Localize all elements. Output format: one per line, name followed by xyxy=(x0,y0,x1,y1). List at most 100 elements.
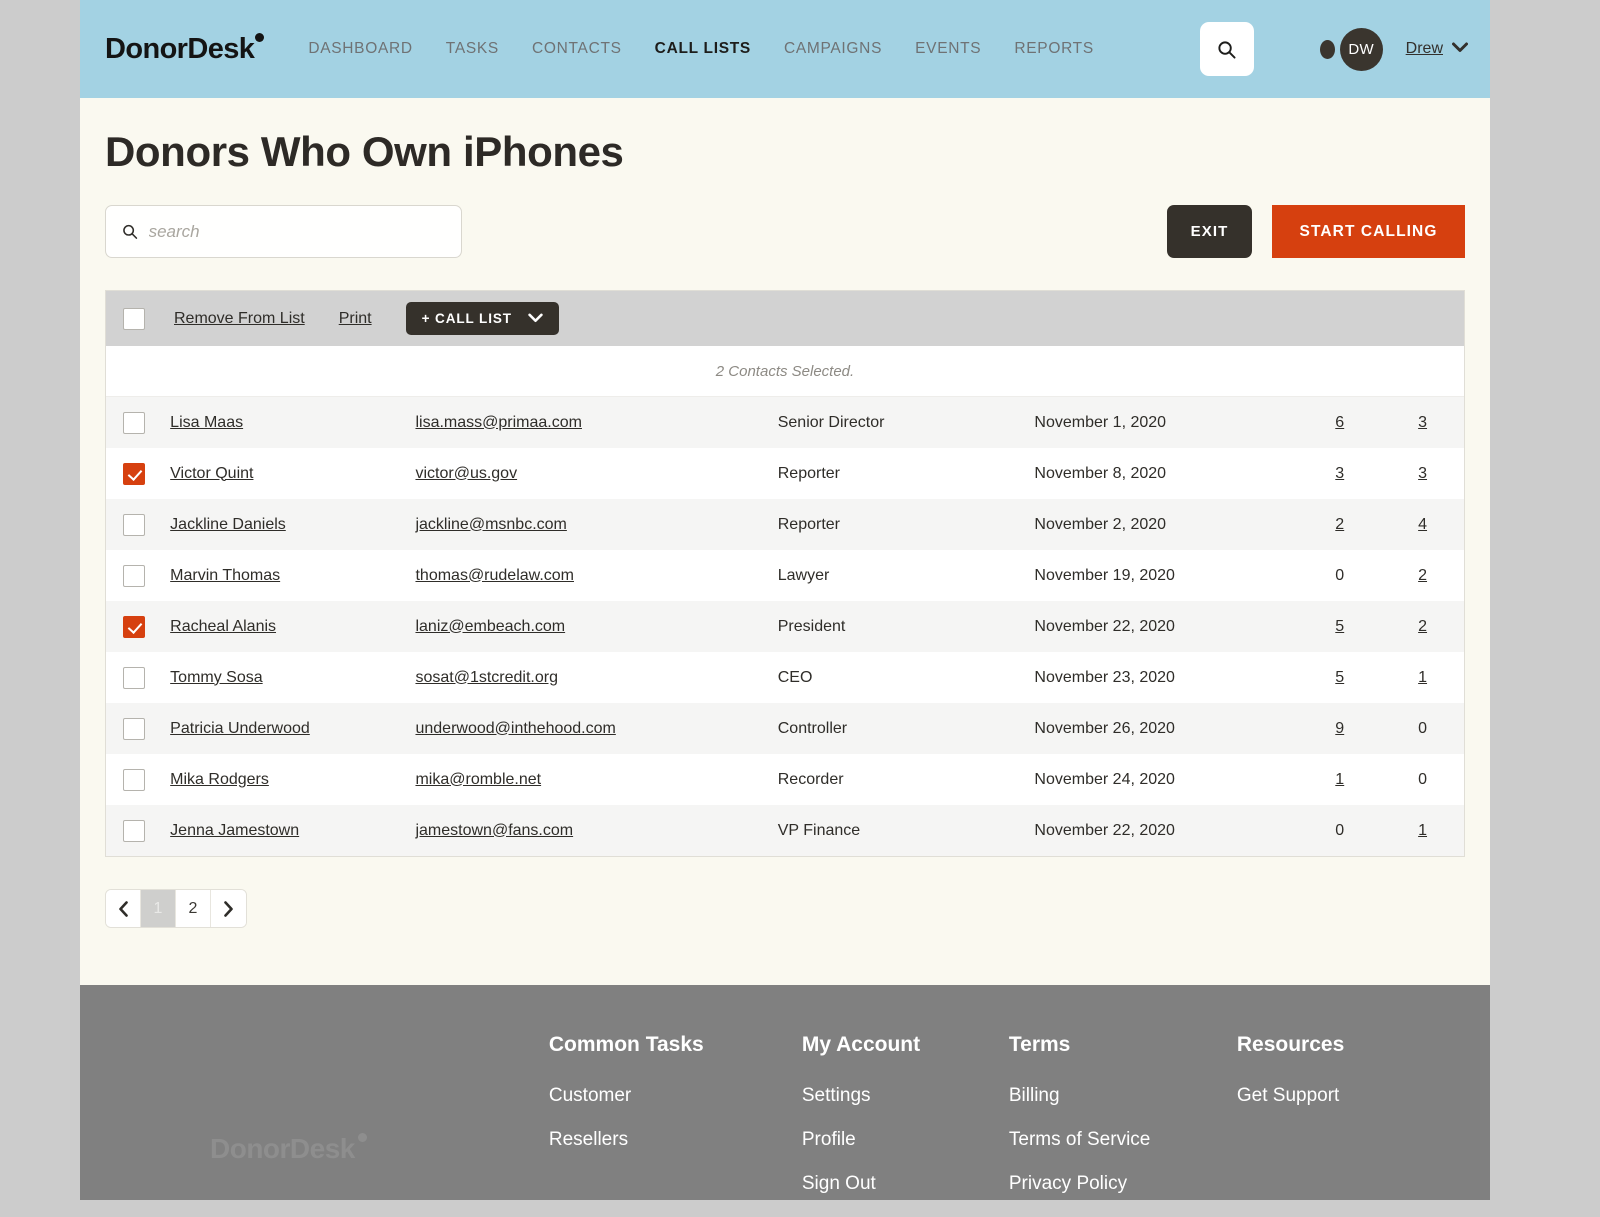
metric-two[interactable]: 3 xyxy=(1418,465,1427,482)
contact-email-link[interactable]: underwood@inthehood.com xyxy=(415,720,615,737)
pagination-prev[interactable] xyxy=(106,890,141,927)
contact-email-link[interactable]: mika@romble.net xyxy=(415,771,541,788)
footer-link-billing[interactable]: Billing xyxy=(1009,1085,1237,1107)
contact-email-link[interactable]: lisa.mass@primaa.com xyxy=(415,414,582,431)
contact-name-link[interactable]: Mika Rodgers xyxy=(170,771,269,788)
row-checkbox[interactable] xyxy=(123,819,145,842)
nav-item-dashboard[interactable]: DASHBOARD xyxy=(308,40,412,58)
metric-two-cell: 1 xyxy=(1381,652,1464,703)
row-checkbox-cell xyxy=(106,499,170,550)
metric-two-cell: 2 xyxy=(1381,601,1464,652)
brand-logo-dot-icon xyxy=(255,32,265,42)
contact-email-cell: jamestown@fans.com xyxy=(415,805,777,856)
contact-name-link[interactable]: Racheal Alanis xyxy=(170,618,276,635)
row-checkbox[interactable] xyxy=(123,768,145,791)
metric-two[interactable]: 1 xyxy=(1418,669,1427,686)
contact-title: President xyxy=(777,617,846,635)
nav-item-reports[interactable]: REPORTS xyxy=(1014,40,1094,58)
row-checkbox[interactable] xyxy=(123,513,145,536)
contact-title: Reporter xyxy=(777,464,840,482)
contact-email-cell: thomas@rudelaw.com xyxy=(415,550,777,601)
contact-name-link[interactable]: Victor Quint xyxy=(170,465,253,482)
print-link[interactable]: Print xyxy=(339,310,372,328)
contact-name-link[interactable]: Lisa Maas xyxy=(170,414,243,431)
contact-email-cell: laniz@embeach.com xyxy=(415,601,777,652)
contact-date: November 26, 2020 xyxy=(1034,719,1175,737)
footer-link-resellers[interactable]: Resellers xyxy=(549,1129,802,1151)
remove-from-list-link[interactable]: Remove From List xyxy=(174,310,305,328)
nav-item-tasks[interactable]: TASKS xyxy=(446,40,499,58)
metric-one[interactable]: 5 xyxy=(1335,669,1344,686)
metric-one[interactable]: 6 xyxy=(1335,414,1344,431)
add-call-list-button[interactable]: + CALL LIST xyxy=(405,302,559,335)
username-menu[interactable]: Drew xyxy=(1406,40,1443,58)
metric-one-cell: 9 xyxy=(1298,703,1381,754)
row-checkbox[interactable] xyxy=(123,615,145,638)
contact-name-link[interactable]: Patricia Underwood xyxy=(170,720,310,737)
metric-one[interactable]: 5 xyxy=(1335,618,1344,635)
contact-name-link[interactable]: Marvin Thomas xyxy=(170,567,280,584)
pagination: 12 xyxy=(105,889,247,928)
contact-email-link[interactable]: thomas@rudelaw.com xyxy=(415,567,574,584)
metric-one[interactable]: 1 xyxy=(1335,771,1344,788)
footer-link-sign-out[interactable]: Sign Out xyxy=(802,1173,1009,1195)
brand-logo[interactable]: DonorDesk xyxy=(105,32,266,66)
footer-link-get-support[interactable]: Get Support xyxy=(1237,1085,1437,1107)
chevron-down-icon[interactable] xyxy=(1452,40,1468,58)
nav-item-call-lists[interactable]: CALL LISTS xyxy=(655,40,751,58)
contact-email-link[interactable]: jackline@msnbc.com xyxy=(415,516,566,533)
contact-name-link[interactable]: Jenna Jamestown xyxy=(170,822,299,839)
search-field-wrapper[interactable] xyxy=(105,205,462,258)
footer-heading: Resources xyxy=(1236,1033,1345,1056)
contact-email-link[interactable]: jamestown@fans.com xyxy=(415,822,573,839)
row-checkbox[interactable] xyxy=(123,666,145,689)
metric-one[interactable]: 2 xyxy=(1335,516,1344,533)
row-checkbox[interactable] xyxy=(123,462,145,485)
contact-email-link[interactable]: sosat@1stcredit.org xyxy=(415,669,558,686)
metric-one[interactable]: 9 xyxy=(1335,720,1344,737)
metric-two[interactable]: 2 xyxy=(1418,618,1427,635)
metric-two[interactable]: 3 xyxy=(1418,414,1427,431)
footer-logo-dot-icon xyxy=(357,1133,367,1142)
contact-email-link[interactable]: laniz@embeach.com xyxy=(415,618,565,635)
metric-one: 0 xyxy=(1335,566,1345,584)
notification-dot-icon[interactable] xyxy=(1319,39,1335,59)
start-calling-button[interactable]: START CALLING xyxy=(1272,205,1465,258)
avatar[interactable]: DW xyxy=(1339,27,1383,71)
pagination-page-2[interactable]: 2 xyxy=(176,890,211,927)
metric-one[interactable]: 3 xyxy=(1335,465,1344,482)
metric-two[interactable]: 1 xyxy=(1418,822,1427,839)
top-navigation-bar: DonorDesk DASHBOARD TASKS CONTACTS CALL LIS… xyxy=(80,0,1490,98)
search-icon xyxy=(1218,40,1236,59)
pagination-next[interactable] xyxy=(211,890,246,927)
row-checkbox[interactable] xyxy=(123,564,145,587)
table-row: Tommy Sosa sosat@1stcredit.org CEO November… xyxy=(106,652,1464,703)
pagination-page-1[interactable]: 1 xyxy=(141,890,176,927)
row-checkbox[interactable] xyxy=(123,411,145,434)
nav-item-campaigns[interactable]: CAMPAIGNS xyxy=(784,40,882,58)
footer-link-settings[interactable]: Settings xyxy=(802,1085,1009,1107)
nav-item-events[interactable]: EVENTS xyxy=(915,40,981,58)
metric-two-cell: 0 xyxy=(1381,754,1464,805)
exit-button[interactable]: EXIT xyxy=(1167,205,1252,258)
footer-link-customer[interactable]: Customer xyxy=(549,1085,802,1107)
contact-name-cell: Victor Quint xyxy=(170,448,415,499)
contact-title: Reporter xyxy=(777,515,840,533)
search-input[interactable] xyxy=(148,221,445,242)
header-search-button[interactable] xyxy=(1199,22,1254,76)
nav-item-contacts[interactable]: CONTACTS xyxy=(532,40,622,58)
metric-two[interactable]: 2 xyxy=(1418,567,1427,584)
contact-email-link[interactable]: victor@us.gov xyxy=(415,465,517,482)
contact-title: Controller xyxy=(777,719,848,737)
row-checkbox[interactable] xyxy=(123,717,145,740)
select-all-checkbox[interactable] xyxy=(123,307,145,330)
main-nav: DASHBOARD TASKS CONTACTS CALL LISTS CAMPAIGN… xyxy=(308,40,1094,58)
footer-link-terms-of-service[interactable]: Terms of Service xyxy=(1009,1129,1237,1151)
footer-link-privacy-policy[interactable]: Privacy Policy xyxy=(1009,1173,1237,1195)
footer-link-profile[interactable]: Profile xyxy=(802,1129,1009,1151)
contact-name-link[interactable]: Jackline Daniels xyxy=(170,516,286,533)
selection-note: 2 Contacts Selected. xyxy=(106,346,1464,397)
contact-name-link[interactable]: Tommy Sosa xyxy=(170,669,262,686)
header-right-cluster: DW Drew xyxy=(1199,22,1490,76)
metric-two[interactable]: 4 xyxy=(1418,516,1427,533)
